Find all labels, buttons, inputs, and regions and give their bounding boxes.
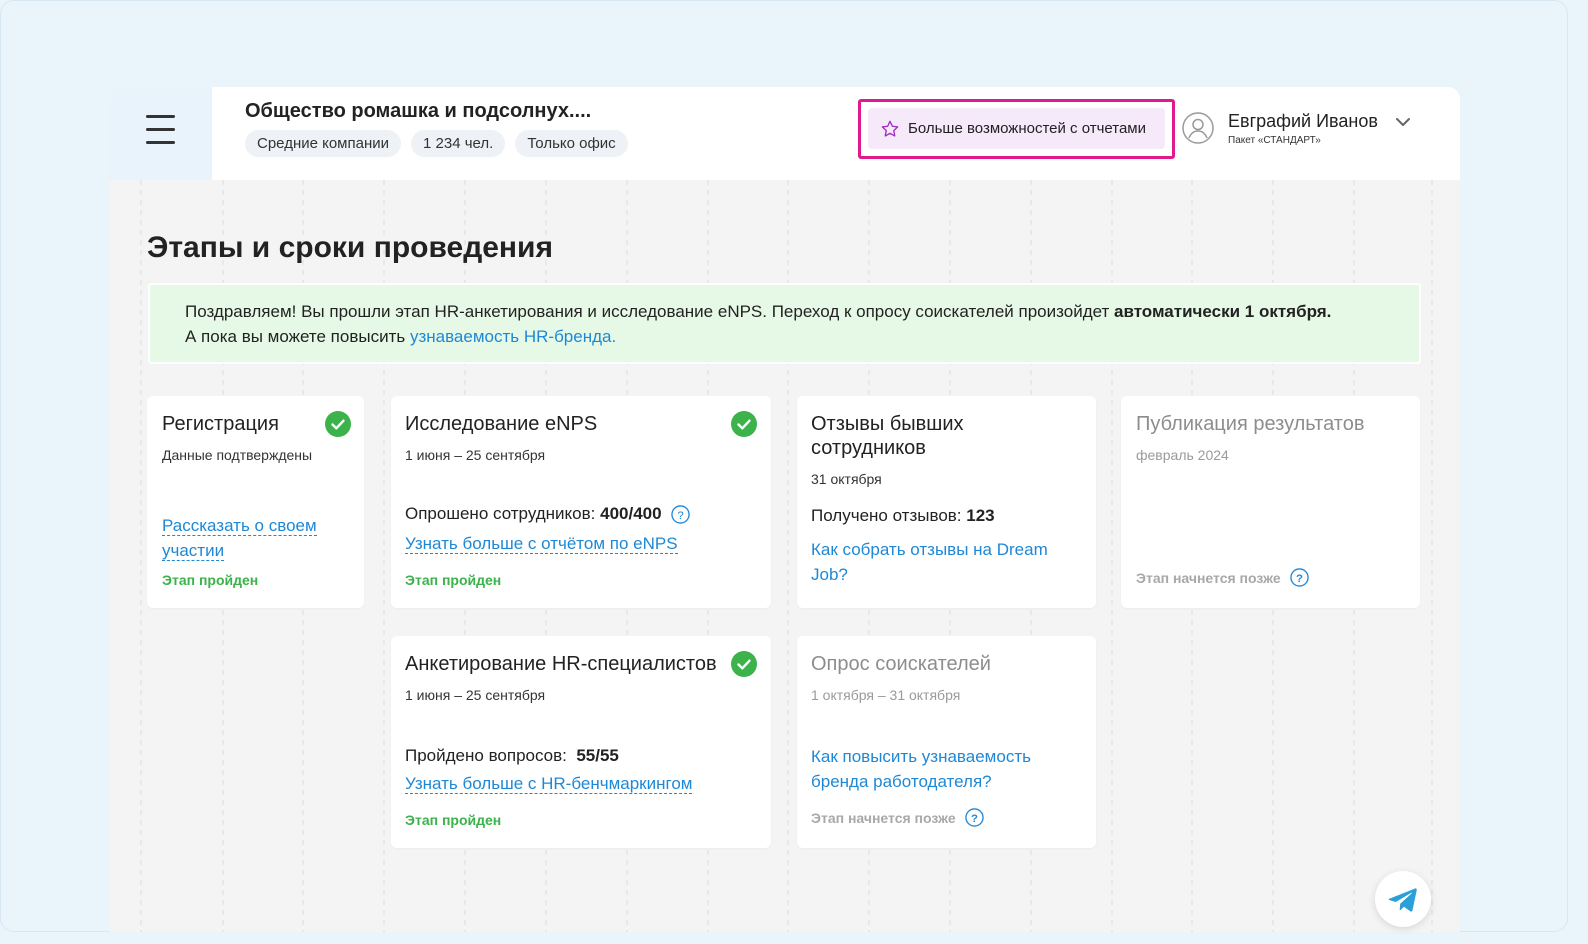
telegram-button[interactable] (1375, 871, 1431, 927)
app-window: Общество ромашка и подсолнух.... Средние… (110, 87, 1460, 932)
share-participation-link[interactable]: Рассказать о своем участии (162, 513, 317, 563)
employer-brand-link[interactable]: Как повысить узнаваемость бренда работод… (811, 744, 1031, 794)
svg-text:?: ? (677, 509, 683, 521)
notice-line-2: А пока вы можете повысить узнаваемость H… (185, 327, 617, 346)
card-subtitle: февраль 2024 (1136, 447, 1229, 463)
stage-card-hr-survey: Анкетирование HR-специалистов 1 июня – 2… (391, 636, 771, 848)
chevron-down-icon[interactable] (1394, 113, 1412, 131)
menu-icon[interactable] (146, 115, 176, 145)
hr-brand-link[interactable]: узнаваемость HR-бренда. (410, 327, 616, 346)
page-title: Этапы и сроки проведения (147, 231, 553, 264)
card-title: Исследование eNPS (405, 413, 598, 435)
card-stat: Получено отзывов: 123 (811, 506, 995, 525)
company-title: Общество ромашка и подсолнух.... (245, 100, 592, 122)
card-subtitle: Данные подтверждены (162, 447, 313, 463)
top-bar: Общество ромашка и подсолнух.... Средние… (110, 87, 1460, 180)
stage-status: Этап начнется позже ? (811, 808, 984, 827)
user-name[interactable]: Евграфий Иванов (1228, 111, 1378, 132)
question-icon[interactable]: ? (1289, 568, 1309, 587)
check-circle-icon (731, 411, 757, 437)
card-title: Опрос соискателей (811, 653, 991, 675)
chip-employee-count: 1 234 чел. (411, 130, 506, 157)
card-stat: Пройдено вопросов: 55/55 (405, 746, 619, 765)
promo-reports-label: Больше возможностей с отчетами (908, 120, 1147, 137)
user-plan: Пакет «СТАНДАРТ» (1228, 135, 1321, 146)
card-title: Отзывы бывших сотрудников (811, 413, 964, 459)
card-title: Публикация результатов (1136, 413, 1365, 435)
chip-work-format: Только офис (515, 130, 628, 157)
check-circle-icon (325, 411, 351, 437)
dreamjob-reviews-link[interactable]: Как собрать отзывы на Dream Job? (811, 537, 1048, 587)
stage-card-candidates: Опрос соискателей 1 октября – 31 октября… (797, 636, 1096, 848)
stage-card-enps: Исследование eNPS 1 июня – 25 сентября О… (391, 396, 771, 608)
telegram-icon (1388, 888, 1417, 912)
card-stat: Опрошено сотрудников: 400/400 ? (405, 504, 690, 524)
svg-text:?: ? (971, 813, 978, 825)
promo-highlight: Больше возможностей с отчетами (858, 99, 1175, 159)
stage-status: Этап пройден (162, 572, 259, 588)
enps-report-link[interactable]: Узнать больше с отчётом по eNPS (405, 531, 678, 556)
stage-card-publication: Публикация результатов февраль 2024 Этап… (1121, 396, 1420, 608)
notice-line-1: Поздравляем! Вы прошли этап HR-анкетиров… (185, 302, 1332, 321)
check-circle-icon (731, 651, 757, 677)
star-icon (881, 120, 899, 137)
hr-benchmarking-link[interactable]: Узнать больше с HR-бенчмаркингом (405, 771, 693, 796)
card-subtitle: 1 июня – 25 сентября (405, 687, 546, 703)
chip-company-size: Средние компании (245, 130, 402, 157)
card-subtitle: 31 октября (811, 471, 882, 487)
stage-card-reviews: Отзывы бывших сотрудников 31 октября Пол… (797, 396, 1096, 608)
stage-card-registration: Регистрация Данные подтверждены Рассказа… (147, 396, 364, 608)
card-title: Анкетирование HR-специалистов (405, 653, 717, 675)
menu-cell (110, 87, 212, 180)
congrats-notice: Поздравляем! Вы прошли этап HR-анкетиров… (148, 283, 1421, 364)
promo-reports-button[interactable]: Больше возможностей с отчетами (868, 108, 1165, 149)
stage-status: Этап пройден (405, 812, 502, 828)
stage-status: Этап пройден (405, 572, 502, 588)
svg-text:?: ? (1296, 573, 1303, 585)
stage-status: Этап начнется позже ? (1136, 568, 1309, 587)
card-title: Регистрация (162, 413, 279, 435)
avatar-icon[interactable] (1182, 112, 1214, 144)
company-chips: Средние компании 1 234 чел. Только офис (245, 130, 628, 157)
card-subtitle: 1 июня – 25 сентября (405, 447, 546, 463)
question-icon[interactable]: ? (964, 808, 984, 827)
question-icon[interactable]: ? (670, 504, 690, 524)
card-subtitle: 1 октября – 31 октября (811, 687, 961, 703)
